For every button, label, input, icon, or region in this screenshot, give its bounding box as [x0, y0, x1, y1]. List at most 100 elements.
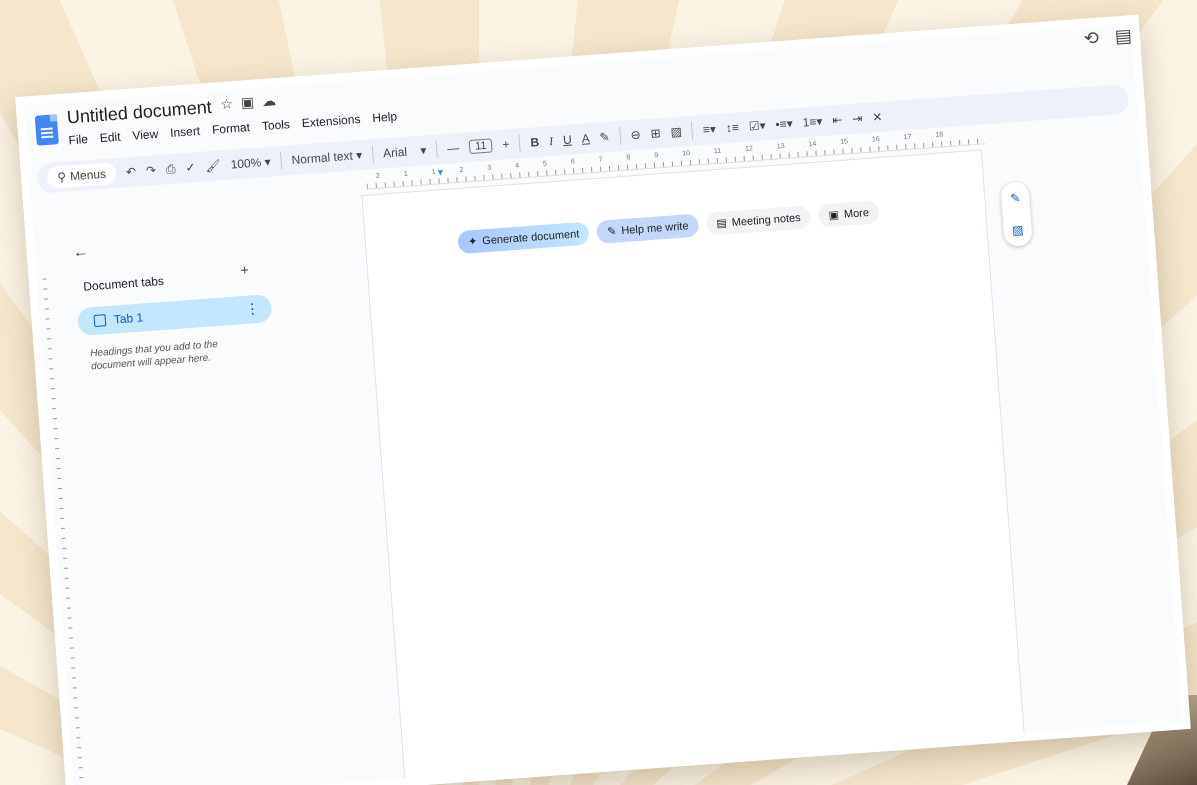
template-icon: ▣ — [828, 209, 840, 222]
generate-document-label: Generate document — [481, 227, 580, 247]
floating-actions: ✎ ▨ — [1000, 181, 1033, 248]
comments-icon[interactable]: ▤ — [1114, 25, 1133, 47]
ruler-number: 10 — [681, 149, 691, 158]
help-me-write-label: Help me write — [620, 219, 689, 237]
toolbar-divider — [618, 126, 622, 146]
ruler-number: 12 — [744, 145, 754, 153]
highlight-color-icon[interactable]: ✎ — [599, 130, 610, 145]
align-icon[interactable]: ≡▾ — [702, 122, 716, 137]
ruler-number: 5 — [542, 160, 548, 168]
insert-image-icon[interactable]: ▨ — [670, 124, 682, 139]
spellcheck-icon[interactable]: ✓ — [185, 160, 196, 175]
toolbar-divider — [371, 145, 374, 164]
more-chip[interactable]: ▣ More — [817, 200, 880, 228]
style-select[interactable]: Normal text ▾ — [291, 148, 363, 167]
ruler-number: 15 — [839, 138, 849, 146]
ruler-number: 1 — [403, 170, 409, 178]
docs-window: Untitled document ☆ ▣ ☁ File Edit View I… — [15, 14, 1191, 785]
menu-view[interactable]: View — [132, 127, 159, 143]
style-value: Normal text — [291, 148, 354, 168]
menu-extensions[interactable]: Extensions — [301, 112, 361, 130]
tab-document-icon — [93, 314, 107, 328]
numbered-list-icon[interactable]: 1≡▾ — [802, 114, 823, 129]
tab-more-options-icon[interactable]: ⋮ — [245, 300, 260, 318]
document-icon: ▤ — [715, 217, 728, 231]
font-size-input[interactable]: 11 — [468, 138, 494, 155]
help-me-write-chip[interactable]: ✎ Help me write — [596, 213, 700, 244]
add-comment-icon[interactable]: ⊞ — [650, 126, 661, 141]
search-menus-label: Menus — [69, 166, 107, 184]
meeting-notes-chip[interactable]: ▤ Meeting notes — [705, 205, 812, 236]
title-actions: ☆ ▣ ☁ — [220, 92, 277, 113]
document-page[interactable]: ✦ Generate document ✎ Help me write ▤ Me… — [361, 149, 1026, 785]
zoom-select[interactable]: 100% ▾ — [230, 155, 271, 172]
ruler-number: 2 — [375, 172, 381, 180]
smart-chips: ✦ Generate document ✎ Help me write ▤ Me… — [457, 200, 880, 255]
back-arrow-icon[interactable]: ← — [72, 243, 89, 262]
cloud-status-icon[interactable]: ☁ — [261, 92, 276, 110]
indent-marker-icon[interactable]: ▼ — [436, 167, 446, 178]
increase-font-size-button[interactable]: + — [502, 137, 510, 151]
tab-item-tab-1[interactable]: Tab 1 ⋮ — [76, 294, 273, 337]
document-tabs-sidebar: ← Document tabs + Tab 1 ⋮ Headings that … — [50, 196, 392, 785]
bulleted-list-icon[interactable]: •≡▾ — [775, 116, 793, 131]
ruler-number: 9 — [654, 152, 659, 160]
menu-file[interactable]: File — [68, 132, 88, 147]
ruler-number: 18 — [935, 131, 944, 139]
menu-edit[interactable]: Edit — [99, 130, 121, 145]
text-color-button[interactable]: A — [581, 131, 590, 146]
toolbar-divider — [691, 121, 694, 140]
move-folder-icon[interactable]: ▣ — [240, 94, 254, 112]
meeting-notes-label: Meeting notes — [731, 211, 802, 229]
search-icon: ⚲ — [56, 169, 67, 185]
checklist-icon[interactable]: ☑▾ — [748, 118, 766, 133]
font-select[interactable]: Arial ▾ — [383, 143, 427, 160]
font-value: Arial — [382, 144, 408, 161]
insert-link-icon[interactable]: ⊖ — [630, 128, 641, 143]
version-history-icon[interactable]: ⟲ — [1083, 28, 1100, 50]
ruler-number: 6 — [570, 158, 576, 166]
toolbar-divider — [279, 151, 283, 170]
docs-logo-icon[interactable] — [34, 114, 59, 146]
menu-tools[interactable]: Tools — [261, 117, 290, 133]
header-right-actions: ⟲ ▤ — [1083, 25, 1133, 49]
undo-icon[interactable]: ↶ — [125, 165, 136, 180]
increase-indent-icon[interactable]: ⇥ — [852, 111, 863, 126]
ruler-number: 11 — [713, 147, 722, 156]
document-tabs-title: Document tabs — [82, 273, 165, 294]
add-tab-icon[interactable]: + — [240, 262, 249, 279]
sparkle-icon: ✦ — [467, 235, 478, 249]
underline-button[interactable]: U — [563, 133, 573, 148]
headings-hint: Headings that you add to the document wi… — [89, 339, 219, 373]
star-icon[interactable]: ☆ — [220, 95, 234, 113]
magic-pen-icon: ✎ — [606, 225, 617, 239]
zoom-value: 100% — [230, 155, 262, 172]
ruler-number: 17 — [903, 133, 912, 142]
ruler-number: 14 — [808, 140, 817, 149]
paint-format-icon[interactable]: 🖌 — [205, 158, 221, 173]
bold-button[interactable]: B — [530, 135, 540, 150]
ruler-number: 8 — [626, 154, 631, 162]
ruler-number: 7 — [598, 156, 603, 164]
decrease-indent-icon[interactable]: ⇤ — [832, 113, 843, 128]
menu-help[interactable]: Help — [372, 109, 398, 125]
image-generate-float-icon[interactable]: ▨ — [1012, 223, 1024, 238]
ruler-number: 2 — [459, 166, 464, 174]
print-icon[interactable]: ⎙ — [165, 161, 176, 177]
italic-button[interactable]: I — [549, 133, 554, 148]
ruler-number: 16 — [871, 136, 880, 144]
clear-formatting-icon[interactable]: ✕ — [872, 110, 883, 125]
line-spacing-icon[interactable]: ↕≡ — [725, 120, 739, 135]
menu-insert[interactable]: Insert — [170, 124, 201, 140]
decrease-font-size-button[interactable]: — — [447, 141, 460, 156]
toolbar-divider — [518, 134, 522, 153]
menu-format[interactable]: Format — [212, 120, 251, 137]
generate-document-chip[interactable]: ✦ Generate document — [457, 221, 591, 255]
tab-label: Tab 1 — [113, 310, 144, 327]
toolbar-divider — [435, 140, 438, 159]
help-me-write-float-icon[interactable]: ✎ — [1010, 191, 1021, 206]
redo-icon[interactable]: ↷ — [145, 163, 156, 178]
photo-stage: Untitled document ☆ ▣ ☁ File Edit View I… — [0, 0, 1197, 785]
ruler-number: 13 — [776, 142, 785, 151]
search-menus-button[interactable]: ⚲ Menus — [46, 162, 117, 190]
